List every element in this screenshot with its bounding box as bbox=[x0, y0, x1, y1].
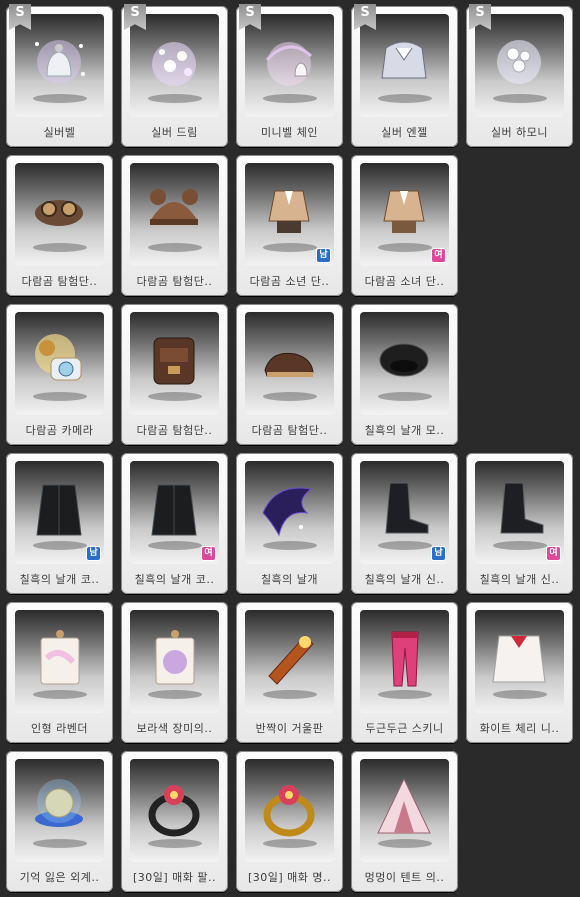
item-card[interactable]: 인형 라벤더 bbox=[6, 602, 113, 743]
item-image-frame bbox=[15, 14, 104, 117]
item-image-frame: 여 bbox=[475, 461, 564, 564]
item-card[interactable]: 두근두근 스키니 bbox=[351, 602, 458, 743]
gender-badge-female: 여 bbox=[547, 547, 560, 560]
item-name: 다람곰 카메라 bbox=[25, 424, 94, 437]
gender-badge-male: 남 bbox=[317, 249, 330, 262]
item-image-frame bbox=[130, 610, 219, 713]
item-card[interactable]: S 실버 엔젤 bbox=[351, 4, 458, 147]
item-name: [30일] 매화 명.. bbox=[247, 871, 332, 884]
gender-badge-male: 남 bbox=[87, 547, 100, 560]
item-card[interactable]: 반짝이 거울판 bbox=[236, 602, 343, 743]
item-image-frame: 남 bbox=[15, 461, 104, 564]
item-image-frame bbox=[475, 610, 564, 713]
item-card[interactable]: 여칠흑의 날개 신.. bbox=[466, 453, 573, 594]
item-card[interactable]: 다람곰 탐험단.. bbox=[236, 304, 343, 445]
item-card[interactable]: 칠흑의 날개 모.. bbox=[351, 304, 458, 445]
item-name: 칠흑의 날개 코.. bbox=[134, 573, 215, 586]
item-image-frame: 남 bbox=[245, 163, 334, 266]
item-card[interactable]: 기억 잃은 외계.. bbox=[6, 751, 113, 892]
item-name: 인형 라벤더 bbox=[30, 722, 89, 735]
item-name: 칠흑의 날개 신.. bbox=[364, 573, 445, 586]
item-card[interactable]: [30일] 매화 명.. bbox=[236, 751, 343, 892]
gender-badge-female: 여 bbox=[432, 249, 445, 262]
badge-label: S bbox=[15, 5, 25, 20]
item-image-frame bbox=[360, 312, 449, 415]
item-card[interactable]: 칠흑의 날개 bbox=[236, 453, 343, 594]
item-image-frame bbox=[360, 14, 449, 117]
item-image-frame bbox=[130, 312, 219, 415]
item-name: 기억 잃은 외계.. bbox=[19, 871, 100, 884]
item-image-frame bbox=[245, 14, 334, 117]
badge-label: S bbox=[475, 5, 485, 20]
item-image-frame bbox=[475, 14, 564, 117]
item-card[interactable]: 멍멍이 텐트 의.. bbox=[351, 751, 458, 892]
item-image-frame bbox=[15, 759, 104, 862]
item-card[interactable]: S 미니벨 체인 bbox=[236, 4, 343, 147]
item-image-frame bbox=[130, 163, 219, 266]
item-image-frame bbox=[360, 610, 449, 713]
item-name: 미니벨 체인 bbox=[260, 126, 319, 139]
item-card[interactable]: [30일] 매화 팔.. bbox=[121, 751, 228, 892]
item-card[interactable]: 다람곰 탐험단.. bbox=[6, 155, 113, 296]
item-grid: S 실버벨 S 실버 드림 S 미니벨 체인 S 실버 엔젤 S 실버 하모니다람곰 탐험단.. 다… bbox=[0, 0, 580, 897]
item-image-frame bbox=[15, 163, 104, 266]
item-name: 두근두근 스키니 bbox=[365, 722, 444, 735]
item-image-frame bbox=[245, 312, 334, 415]
item-name: 실버벨 bbox=[43, 126, 76, 139]
item-name: 다람곰 탐험단.. bbox=[136, 275, 213, 288]
item-card[interactable]: S 실버 하모니 bbox=[466, 4, 573, 147]
item-name: 반짝이 거울판 bbox=[255, 722, 324, 735]
item-card[interactable]: S 실버 드림 bbox=[121, 4, 228, 147]
item-name: 실버 하모니 bbox=[490, 126, 549, 139]
item-name: 실버 엔젤 bbox=[381, 126, 428, 139]
item-name: 화이트 체리 니.. bbox=[479, 722, 560, 735]
item-image-frame: 여 bbox=[360, 163, 449, 266]
item-image-frame bbox=[130, 759, 219, 862]
item-name: 칠흑의 날개 모.. bbox=[364, 424, 445, 437]
item-name: 칠흑의 날개 신.. bbox=[479, 573, 560, 586]
item-name: 다람곰 소녀 단.. bbox=[364, 275, 445, 288]
item-image-frame: 남 bbox=[360, 461, 449, 564]
item-name: 멍멍이 텐트 의.. bbox=[364, 871, 445, 884]
item-card[interactable]: 여다람곰 소녀 단.. bbox=[351, 155, 458, 296]
item-image-frame bbox=[15, 610, 104, 713]
item-card[interactable]: 다람곰 카메라 bbox=[6, 304, 113, 445]
item-name: 보라색 장미의.. bbox=[136, 722, 213, 735]
gender-badge-male: 남 bbox=[432, 547, 445, 560]
item-image-frame bbox=[245, 610, 334, 713]
item-image-frame bbox=[15, 312, 104, 415]
item-image-frame bbox=[245, 759, 334, 862]
item-image-frame bbox=[130, 14, 219, 117]
item-name: 다람곰 탐험단.. bbox=[21, 275, 98, 288]
item-name: 다람곰 소년 단.. bbox=[249, 275, 330, 288]
item-card[interactable]: 남칠흑의 날개 코.. bbox=[6, 453, 113, 594]
item-image-frame bbox=[360, 759, 449, 862]
item-card[interactable]: 화이트 체리 니.. bbox=[466, 602, 573, 743]
item-card[interactable]: 남다람곰 소년 단.. bbox=[236, 155, 343, 296]
item-name: 칠흑의 날개 bbox=[260, 573, 319, 586]
item-card[interactable]: 다람곰 탐험단.. bbox=[121, 155, 228, 296]
gender-badge-female: 여 bbox=[202, 547, 215, 560]
item-card[interactable]: 보라색 장미의.. bbox=[121, 602, 228, 743]
item-name: 다람곰 탐험단.. bbox=[136, 424, 213, 437]
item-image-frame bbox=[245, 461, 334, 564]
item-card[interactable]: S 실버벨 bbox=[6, 4, 113, 147]
badge-label: S bbox=[130, 5, 140, 20]
item-name: [30일] 매화 팔.. bbox=[132, 871, 217, 884]
item-card[interactable]: 여칠흑의 날개 코.. bbox=[121, 453, 228, 594]
badge-label: S bbox=[360, 5, 370, 20]
item-name: 칠흑의 날개 코.. bbox=[19, 573, 100, 586]
item-card[interactable]: 남칠흑의 날개 신.. bbox=[351, 453, 458, 594]
item-name: 실버 드림 bbox=[151, 126, 198, 139]
item-card[interactable]: 다람곰 탐험단.. bbox=[121, 304, 228, 445]
badge-label: S bbox=[245, 5, 255, 20]
item-name: 다람곰 탐험단.. bbox=[251, 424, 328, 437]
item-image-frame: 여 bbox=[130, 461, 219, 564]
